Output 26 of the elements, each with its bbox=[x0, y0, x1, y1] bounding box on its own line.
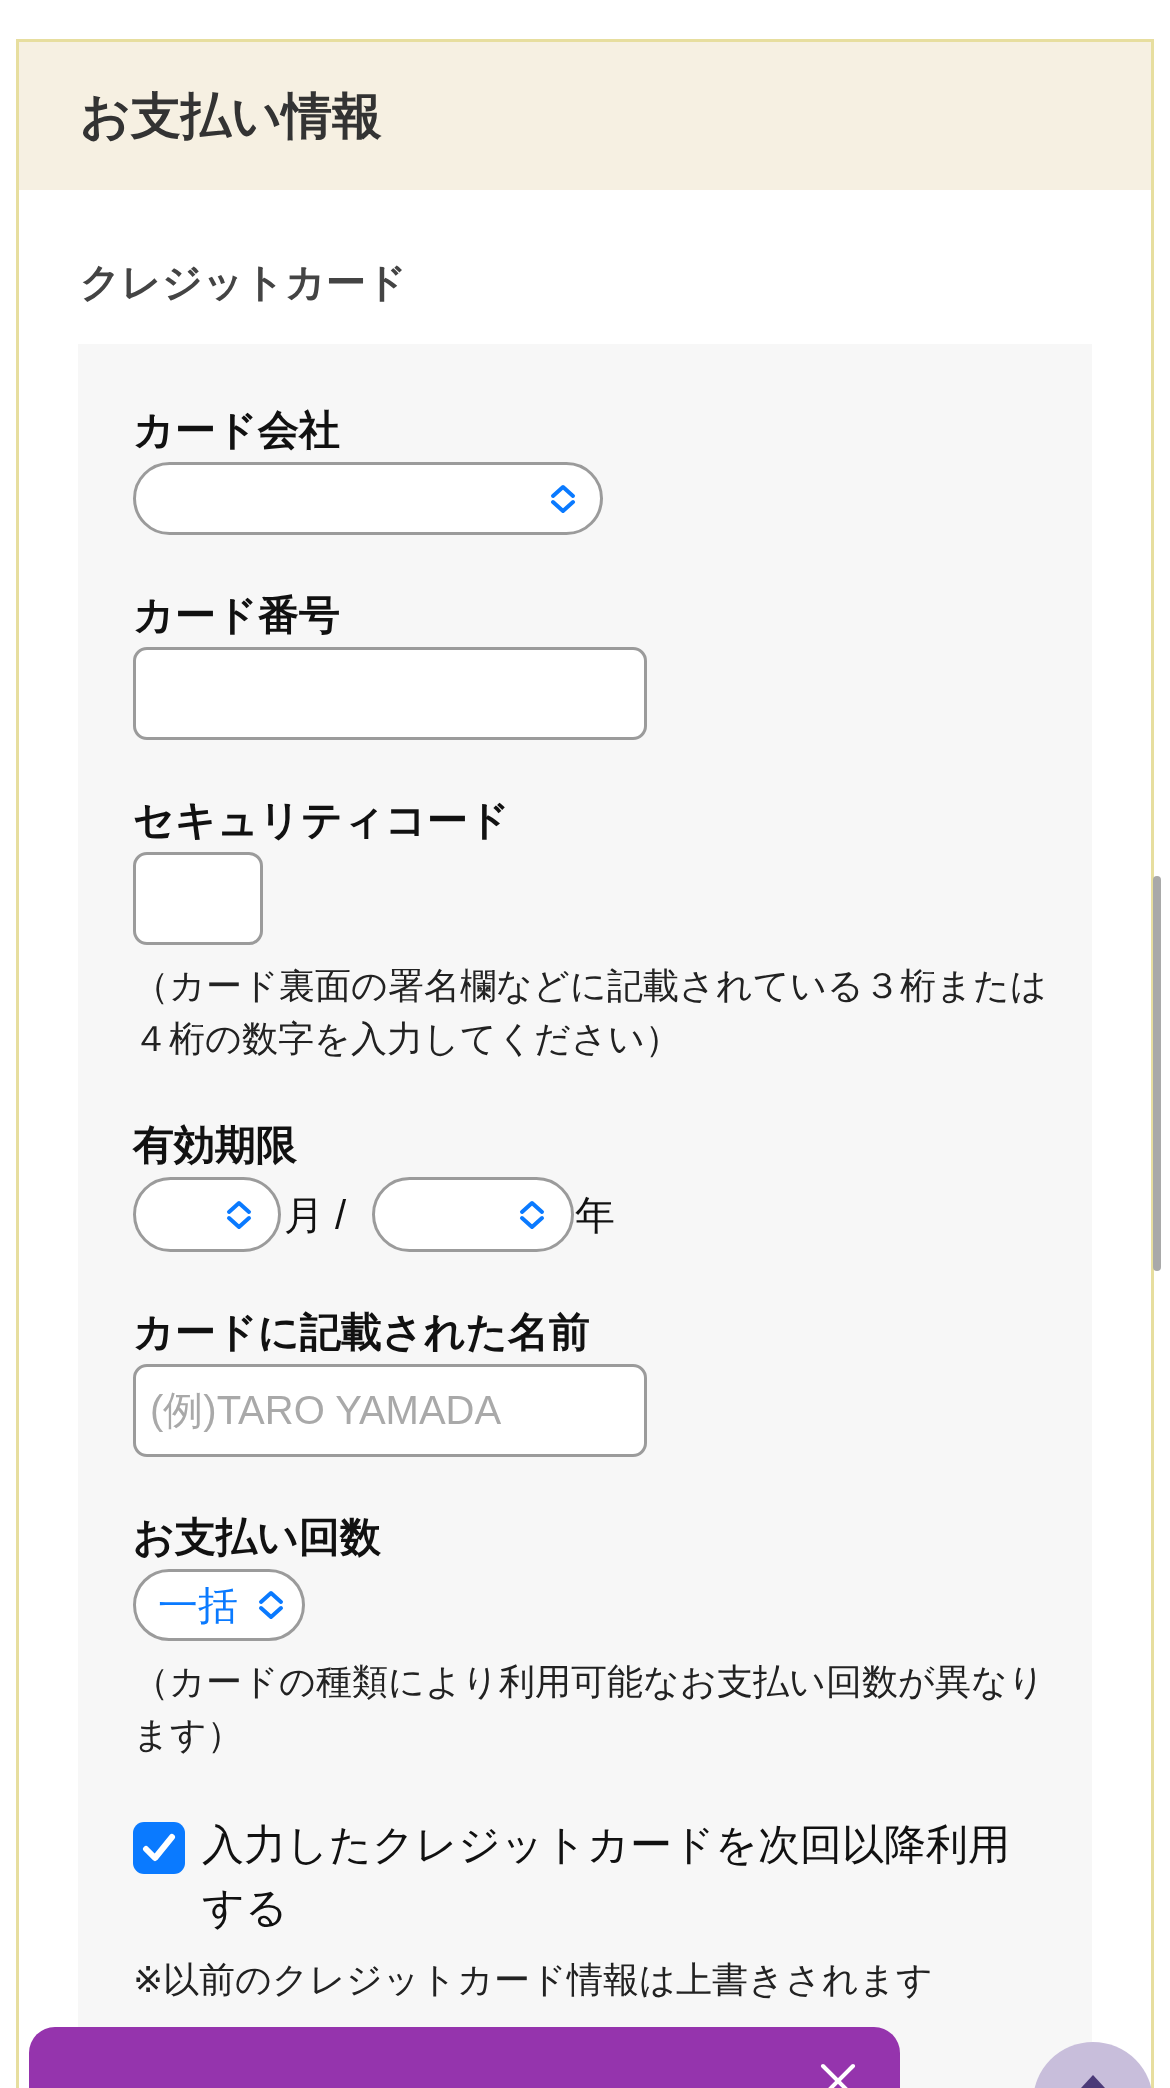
field-label: カード会社 bbox=[133, 406, 341, 455]
checkbox-label: 入力したクレジットカードを次回以降利用する bbox=[202, 1820, 1011, 1933]
month-unit-label: 月 / bbox=[284, 1191, 347, 1239]
year-unit-label: 年 bbox=[575, 1191, 616, 1239]
section-title: お支払い情報 bbox=[80, 87, 382, 146]
payment-method-title: クレジットカード bbox=[80, 259, 408, 306]
field-note: （カード裏面の署名欄などに記載されている３桁または４桁の数字を入力してください） bbox=[133, 964, 1048, 1061]
field-note: （カードの種類により利用可能なお支払い回数が異なります） bbox=[133, 1660, 1046, 1757]
chevron-up-down-icon bbox=[226, 1199, 252, 1230]
overwrite-note: ※以前のクレジットカード情報は上書きされます bbox=[133, 1958, 935, 2002]
arrow-up-icon bbox=[1080, 2074, 1106, 2088]
field-label: 有効期限 bbox=[133, 1121, 298, 1170]
text-input[interactable] bbox=[133, 647, 647, 740]
text-input[interactable]: (例)TARO YAMADA bbox=[133, 1364, 647, 1457]
chevron-up-down-icon bbox=[550, 483, 576, 514]
installments-select[interactable]: 一括 bbox=[133, 1569, 305, 1641]
chevron-up-down-icon bbox=[258, 1590, 284, 1620]
field-label: カードに記載された名前 bbox=[133, 1308, 591, 1357]
close-icon[interactable] bbox=[820, 2063, 856, 2088]
field-label: カード番号 bbox=[133, 591, 341, 640]
field-label: お支払い回数 bbox=[133, 1513, 382, 1562]
chevron-up-down-icon bbox=[519, 1199, 546, 1230]
checkmark-icon bbox=[142, 1833, 176, 1863]
field-label: セキュリティコード bbox=[133, 796, 511, 845]
checkbox[interactable] bbox=[133, 1822, 185, 1874]
security-code-input[interactable] bbox=[133, 852, 263, 945]
